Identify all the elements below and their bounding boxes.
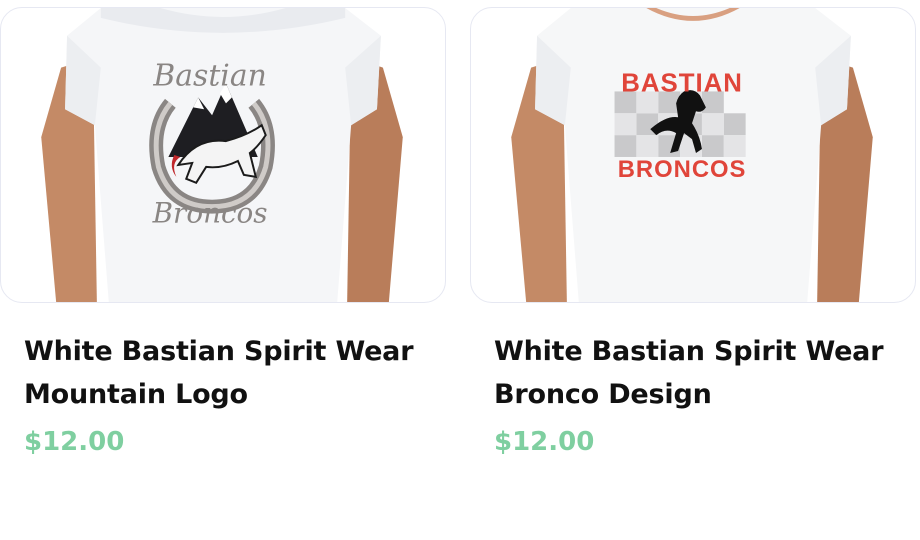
- tshirt-bronco-design-icon: BASTIAN BRONCOS: [511, 8, 873, 302]
- product-price: $12.00: [24, 427, 125, 457]
- print-bottom-text: Broncos: [152, 197, 268, 230]
- print-bottom-text: BRONCOS: [618, 156, 747, 183]
- product-image-bronco-design[interactable]: BASTIAN BRONCOS: [470, 7, 916, 303]
- tshirt-mountain-logo-icon: Bastian Broncos: [41, 8, 403, 302]
- print-top-text: BASTIAN: [621, 69, 743, 97]
- product-title-link[interactable]: White Bastian Spirit Wear Bronco Design: [494, 330, 904, 416]
- print-top-text: Bastian: [152, 58, 266, 93]
- product-price: $12.00: [494, 427, 595, 457]
- product-image-mountain-logo[interactable]: Bastian Broncos: [0, 7, 446, 303]
- product-title-link[interactable]: White Bastian Spirit Wear Mountain Logo: [24, 330, 434, 416]
